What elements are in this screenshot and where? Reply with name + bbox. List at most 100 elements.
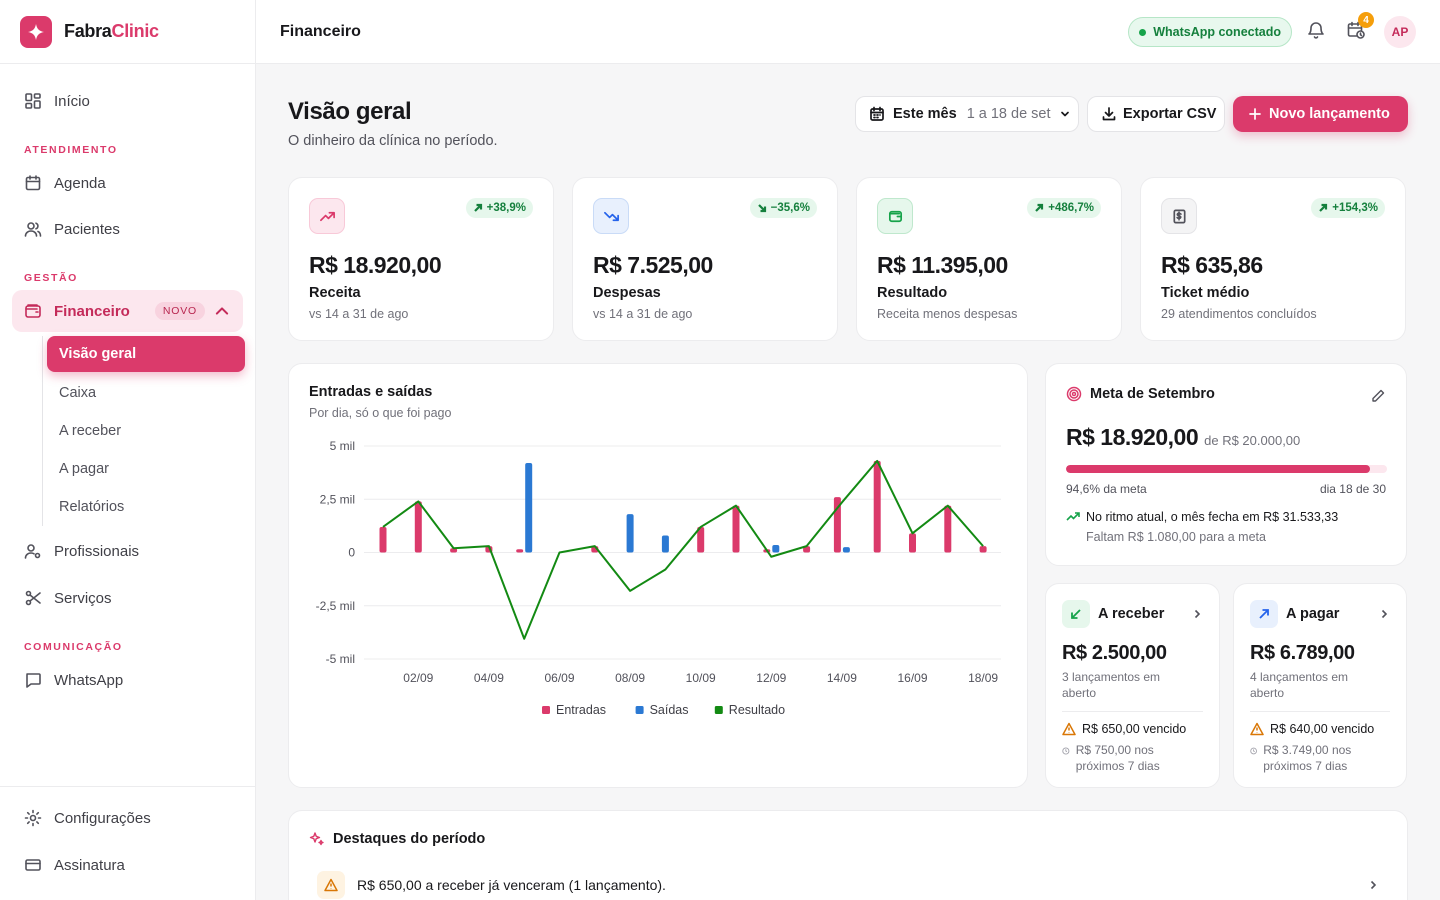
goal-title: Meta de Setembro bbox=[1090, 386, 1215, 402]
payables-title: A pagar bbox=[1286, 606, 1340, 622]
sidebar-item-label: Pacientes bbox=[54, 220, 120, 238]
payables-upcoming: R$ 3.749,00 nos próximos 7 dias bbox=[1263, 743, 1352, 773]
whatsapp-status-text: WhatsApp conectado bbox=[1153, 25, 1281, 39]
warning-icon bbox=[317, 871, 345, 899]
kpi-card-resultado[interactable]: +486,7% R$ 11.395,00 Resultado Receita m… bbox=[856, 177, 1122, 341]
kpi-delta-badge: −35,6% bbox=[749, 198, 817, 218]
topbar: Financeiro WhatsApp conectado 4 AP bbox=[256, 0, 1440, 64]
bar-entradas bbox=[873, 460, 881, 553]
chevron-right-icon bbox=[1381, 609, 1388, 619]
sidebar-bottom: Configurações Assinatura bbox=[0, 786, 255, 886]
topbar-title: Financeiro bbox=[280, 22, 361, 40]
legend-label: Entradas bbox=[556, 703, 606, 717]
receivables-overdue: R$ 650,00 vencido bbox=[1082, 722, 1187, 736]
wallet-icon bbox=[25, 304, 41, 318]
kpi-card-receita[interactable]: +38,9% R$ 18.920,00 Receita vs 14 a 31 d… bbox=[288, 177, 554, 341]
subnav-item-visao-geral[interactable]: Visão geral bbox=[47, 336, 245, 372]
avatar[interactable]: AP bbox=[1384, 16, 1416, 48]
plus-icon bbox=[1249, 108, 1261, 120]
whatsapp-status-badge[interactable]: WhatsApp conectado bbox=[1128, 17, 1292, 47]
bar-saidas bbox=[525, 463, 533, 553]
period-select[interactable]: Este mês 1 a 18 de set bbox=[855, 96, 1079, 132]
y-tick-label: -2,5 mil bbox=[316, 599, 355, 613]
notification-count-badge: 4 bbox=[1358, 12, 1374, 28]
calendar-icon bbox=[25, 175, 41, 191]
sidebar-item-profissionais[interactable]: Profissionais bbox=[12, 530, 243, 572]
bar-entradas bbox=[516, 549, 524, 553]
x-tick-label: 08/09 bbox=[615, 671, 645, 685]
sidebar-item-agenda[interactable]: Agenda bbox=[12, 162, 243, 204]
brand-logo-icon bbox=[20, 15, 52, 48]
bar-entradas bbox=[379, 526, 387, 553]
highlight-item[interactable]: R$ 650,00 a receber já venceram (1 lança… bbox=[317, 871, 1389, 899]
legend-label: Saídas bbox=[650, 703, 689, 717]
warning-icon bbox=[1250, 722, 1264, 736]
export-csv-button[interactable]: Exportar CSV bbox=[1087, 96, 1225, 132]
period-range: 1 a 18 de set bbox=[966, 106, 1051, 122]
kpi-delta-badge: +38,9% bbox=[465, 198, 533, 218]
bar-entradas bbox=[979, 546, 987, 553]
legend-swatch bbox=[542, 706, 550, 714]
chart-card: Entradas e saídas Por dia, só o que foi … bbox=[288, 363, 1028, 788]
sidebar-item-whatsapp[interactable]: WhatsApp bbox=[12, 659, 243, 701]
kpi-value: R$ 7.525,00 bbox=[593, 252, 713, 278]
clock-icon bbox=[1250, 747, 1257, 755]
wallet-icon bbox=[877, 198, 913, 234]
chevron-up-icon[interactable] bbox=[213, 302, 231, 320]
sidebar-item-inicio[interactable]: Início bbox=[12, 80, 243, 122]
section-label-comunicacao: COMUNICAÇÃO bbox=[24, 641, 123, 653]
subnav-item-a-pagar[interactable]: A pagar bbox=[47, 450, 245, 488]
reminders-button[interactable]: 4 bbox=[1346, 12, 1374, 42]
sidebar-item-label: Profissionais bbox=[54, 542, 140, 560]
bar-saidas bbox=[842, 547, 850, 553]
subnav-item-relatorios[interactable]: Relatórios bbox=[47, 488, 245, 526]
page-subtitle: O dinheiro da clínica no período. bbox=[288, 133, 498, 149]
line-resultado bbox=[382, 459, 984, 640]
notifications-button[interactable] bbox=[1306, 20, 1328, 42]
kpi-card-despesas[interactable]: −35,6% R$ 7.525,00 Despesas vs 14 a 31 d… bbox=[572, 177, 838, 341]
sidebar-item-pacientes[interactable]: Pacientes bbox=[12, 208, 243, 250]
bar-line-chart: 5 mil 2,5 mil 0 -2,5 mil -5 mil 02/09 04/09 06/… bbox=[316, 439, 1001, 717]
bar-saidas bbox=[626, 514, 634, 553]
sidebar-item-label: Assinatura bbox=[54, 856, 125, 874]
brand-name: FabraClinic bbox=[64, 21, 159, 41]
kpi-subtext: vs 14 a 31 de ago bbox=[593, 307, 693, 321]
receivables-card[interactable]: A receber R$ 2.500,00 3 lançamentos em a… bbox=[1045, 583, 1220, 788]
trending-up-icon bbox=[1066, 512, 1080, 521]
new-entry-button[interactable]: Novo lançamento bbox=[1233, 96, 1408, 132]
arrow-down-right-icon bbox=[757, 204, 766, 213]
x-tick-label: 10/09 bbox=[686, 671, 716, 685]
kpi-delta-badge: +154,3% bbox=[1311, 198, 1385, 218]
sparkles-icon bbox=[309, 832, 324, 846]
page-title: Visão geral bbox=[288, 98, 412, 125]
subnav-item-caixa[interactable]: Caixa bbox=[47, 374, 245, 412]
receivables-upcoming: R$ 750,00 nos próximos 7 dias bbox=[1075, 743, 1160, 773]
bar-entradas bbox=[732, 505, 740, 553]
y-tick-label: -5 mil bbox=[326, 652, 355, 666]
highlight-text: R$ 650,00 a receber já venceram (1 lança… bbox=[357, 877, 666, 893]
highlights-title: Destaques do período bbox=[333, 831, 486, 847]
sidebar-item-assinatura[interactable]: Assinatura bbox=[12, 844, 243, 886]
brand[interactable]: FabraClinic bbox=[0, 0, 255, 64]
target-icon bbox=[1066, 386, 1082, 402]
legend-label: Resultado bbox=[729, 703, 785, 717]
chevron-down-icon bbox=[1060, 111, 1069, 117]
y-tick-label: 5 mil bbox=[330, 439, 355, 453]
sidebar-item-configuracoes[interactable]: Configurações bbox=[12, 797, 243, 839]
sidebar-item-financeiro[interactable]: Financeiro NOVO bbox=[12, 290, 243, 332]
bar-saidas bbox=[661, 535, 669, 553]
kpi-value: R$ 635,86 bbox=[1161, 252, 1263, 278]
gear-icon bbox=[24, 809, 42, 827]
kpi-label: Ticket médio bbox=[1161, 285, 1250, 301]
payables-card[interactable]: A pagar R$ 6.789,00 4 lançamentos em abe… bbox=[1233, 583, 1407, 788]
kpi-card-ticket-medio[interactable]: +154,3% R$ 635,86 Ticket médio 29 atendi… bbox=[1140, 177, 1406, 341]
sidebar-item-servicos[interactable]: Serviços bbox=[12, 577, 243, 619]
x-tick-label: 18/09 bbox=[968, 671, 998, 685]
financeiro-subnav: Visão geral Caixa A receber A pagar Rela… bbox=[42, 336, 245, 526]
goal-remaining-text: Faltam R$ 1.080,00 para a meta bbox=[1086, 530, 1266, 544]
sidebar-item-label: Financeiro bbox=[54, 302, 130, 320]
subnav-item-a-receber[interactable]: A receber bbox=[47, 412, 245, 450]
pencil-icon[interactable] bbox=[1370, 388, 1386, 404]
kpi-label: Receita bbox=[309, 285, 361, 301]
chevron-right-icon bbox=[1194, 609, 1201, 619]
